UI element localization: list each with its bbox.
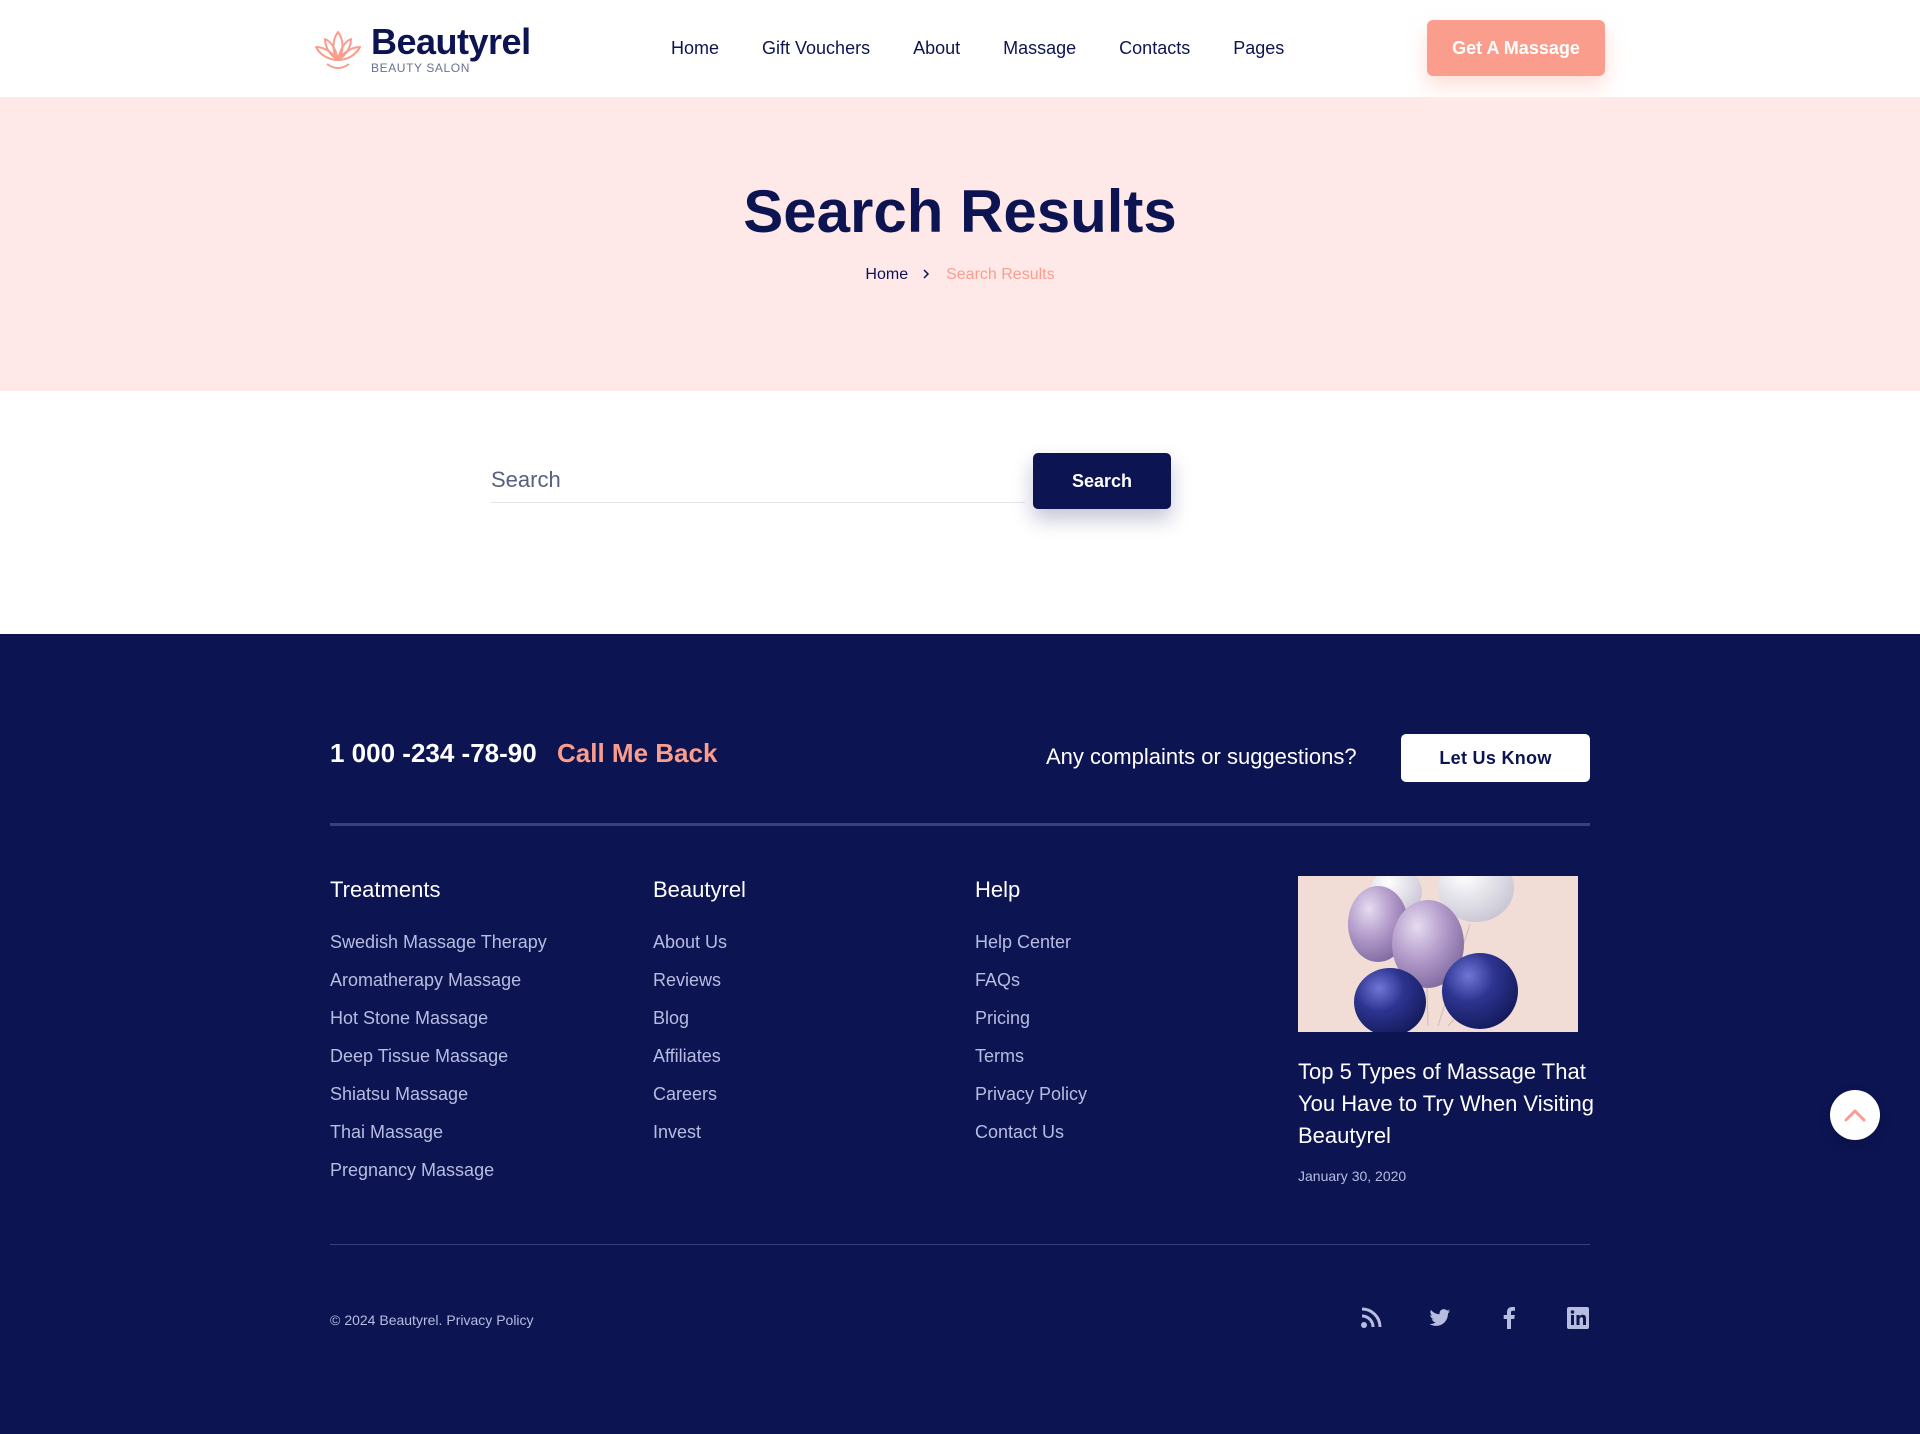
breadcrumb: Home Search Results: [0, 266, 1920, 284]
nav-pages[interactable]: Pages: [1233, 37, 1284, 59]
chevron-up-icon: [1844, 1109, 1866, 1122]
nav-about[interactable]: About: [913, 37, 960, 59]
blog-post-image[interactable]: [1298, 876, 1578, 1032]
blog-post-title[interactable]: Top 5 Types of Massage That You Have to …: [1298, 1056, 1598, 1152]
footer-link[interactable]: About Us: [653, 931, 746, 953]
footer-link[interactable]: Careers: [653, 1083, 746, 1105]
complaints-text: Any complaints or suggestions?: [1046, 744, 1357, 769]
back-to-top-button[interactable]: [1830, 1090, 1880, 1140]
footer-column-beautyrel: Beautyrel About Us Reviews Blog Affiliat…: [653, 877, 746, 1159]
let-us-know-button[interactable]: Let Us Know: [1401, 734, 1590, 782]
footer-link[interactable]: Pricing: [975, 1007, 1087, 1029]
footer-link[interactable]: Thai Massage: [330, 1121, 547, 1143]
breadcrumb-home[interactable]: Home: [865, 266, 908, 284]
rss-icon[interactable]: [1357, 1304, 1385, 1332]
blog-post-date: January 30, 2020: [1298, 1168, 1407, 1184]
copyright: © 2024 Beautyrel. Privacy Policy: [330, 1312, 534, 1328]
footer-link[interactable]: Reviews: [653, 969, 746, 991]
footer-column-help: Help Help Center FAQs Pricing Terms Priv…: [975, 877, 1087, 1159]
facebook-icon[interactable]: [1495, 1304, 1523, 1332]
chevron-right-icon: [922, 267, 930, 283]
balloons-illustration: [1298, 876, 1578, 1032]
footer-link[interactable]: Hot Stone Massage: [330, 1007, 547, 1029]
nav-contacts[interactable]: Contacts: [1119, 37, 1190, 59]
footer-link[interactable]: Swedish Massage Therapy: [330, 931, 547, 953]
footer-link[interactable]: Affiliates: [653, 1045, 746, 1067]
twitter-icon[interactable]: [1426, 1304, 1454, 1332]
site-footer: 1 000 -234 -78-90 Call Me Back Any compl…: [0, 634, 1920, 1434]
nav-gift-vouchers[interactable]: Gift Vouchers: [762, 37, 870, 59]
logo-tagline: BEAUTY SALON: [371, 61, 471, 75]
footer-link[interactable]: Deep Tissue Massage: [330, 1045, 547, 1067]
privacy-policy-link[interactable]: Privacy Policy: [446, 1312, 533, 1328]
footer-link[interactable]: Terms: [975, 1045, 1087, 1067]
site-header: Beautyrel BEAUTY SALON Home Gift Voucher…: [0, 0, 1920, 97]
copyright-text: 2024 Beautyrel.: [344, 1312, 443, 1328]
footer-link[interactable]: Privacy Policy: [975, 1083, 1087, 1105]
footer-divider: [330, 823, 1590, 826]
lotus-icon: [315, 30, 361, 69]
page-title: Search Results: [743, 178, 1177, 245]
footer-link[interactable]: Pregnancy Massage: [330, 1159, 547, 1181]
linkedin-icon[interactable]: [1564, 1304, 1592, 1332]
footer-bottom-divider: [330, 1244, 1590, 1245]
search-input[interactable]: [491, 457, 1025, 503]
footer-link[interactable]: Help Center: [975, 931, 1087, 953]
logo-text: Beautyrel BEAUTY SALON: [371, 21, 531, 76]
footer-link[interactable]: FAQs: [975, 969, 1087, 991]
search-button[interactable]: Search: [1033, 453, 1171, 509]
get-a-massage-button[interactable]: Get A Massage: [1427, 20, 1605, 76]
footer-link[interactable]: Contact Us: [975, 1121, 1087, 1143]
nav-massage[interactable]: Massage: [1003, 37, 1076, 59]
footer-column-treatments: Treatments Swedish Massage Therapy Aroma…: [330, 877, 547, 1197]
footer-link[interactable]: Aromatherapy Massage: [330, 969, 547, 991]
column-title: Beautyrel: [653, 877, 746, 902]
main-nav: Home Gift Vouchers About Massage Contact…: [671, 37, 1284, 59]
column-title: Treatments: [330, 877, 441, 902]
logo[interactable]: Beautyrel BEAUTY SALON: [313, 24, 531, 75]
copyright-symbol: ©: [330, 1312, 341, 1328]
logo-name: Beautyrel: [371, 21, 531, 62]
column-title: Help: [975, 877, 1021, 902]
footer-link[interactable]: Shiatsu Massage: [330, 1083, 547, 1105]
footer-link[interactable]: Blog: [653, 1007, 746, 1029]
breadcrumb-current: Search Results: [946, 266, 1055, 283]
footer-link[interactable]: Invest: [653, 1121, 746, 1143]
call-me-back-link[interactable]: Call Me Back: [557, 738, 717, 769]
phone-number: 1 000 -234 -78-90: [330, 738, 537, 768]
page-hero: Search Results Home Search Results: [0, 97, 1920, 391]
nav-home[interactable]: Home: [671, 37, 719, 59]
